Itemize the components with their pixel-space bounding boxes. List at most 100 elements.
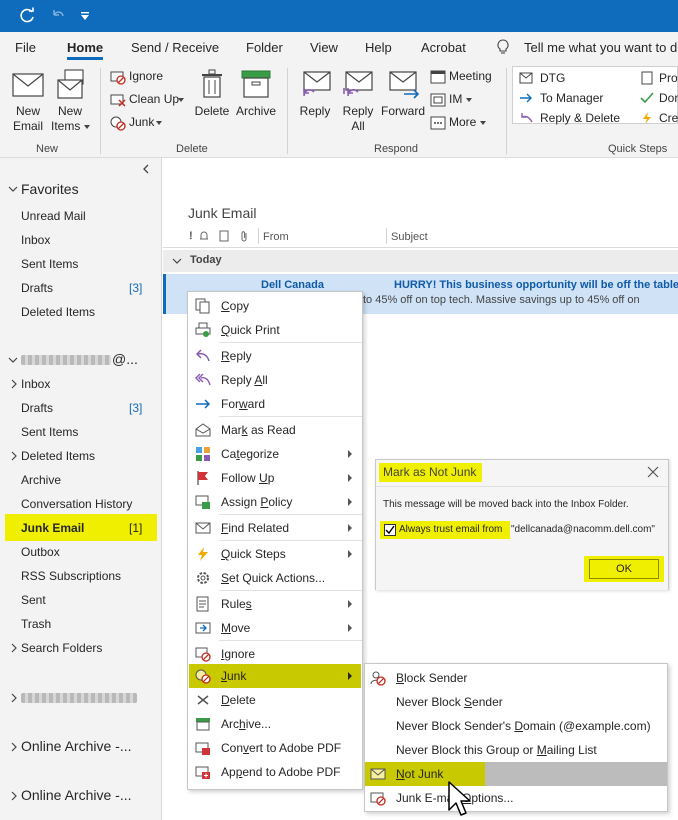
fav-deleted-items[interactable]: Deleted Items <box>21 304 95 320</box>
menu-delete[interactable]: Delete <box>188 688 362 712</box>
menu-ignore[interactable]: Ignore <box>188 642 362 666</box>
undo-icon[interactable] <box>50 8 66 24</box>
submenu-never-block-sender[interactable]: Never Block Sender <box>365 690 667 714</box>
quick-step-done[interactable]: Don <box>640 90 678 106</box>
more-button[interactable]: More <box>430 114 496 132</box>
menu-mark-as-read[interactable]: Mark as Read <box>188 418 362 442</box>
submenu-never-block-domain[interactable]: Never Block Sender's Domain (@example.co… <box>365 714 667 738</box>
account-header[interactable]: @... <box>112 351 138 367</box>
menu-separator <box>219 640 362 641</box>
reminder-column-icon[interactable] <box>198 230 210 242</box>
customize-icon[interactable] <box>80 11 90 21</box>
from-column-header[interactable]: From <box>263 231 289 243</box>
importance-column-icon[interactable]: ! <box>189 230 193 242</box>
menu-convert-to-adobe-pdf[interactable]: Convert to Adobe PDF <box>188 736 362 760</box>
submenu-block-sender[interactable]: Block Sender <box>365 666 667 690</box>
menu-follow-up[interactable]: Follow Up <box>188 466 362 490</box>
chevron-right-icon[interactable] <box>10 693 18 703</box>
folder-trash[interactable]: Trash <box>21 616 51 632</box>
folder-archive[interactable]: Archive <box>21 472 61 488</box>
online-archive-2[interactable]: Online Archive -... <box>21 787 132 803</box>
tab-folder[interactable]: Folder <box>246 40 283 55</box>
folder-conversation-history[interactable]: Conversation History <box>21 496 132 512</box>
reply-button[interactable]: Reply <box>294 66 336 138</box>
folder-deleted-items[interactable]: Deleted Items <box>21 448 95 464</box>
menu-assign-policy[interactable]: Assign Policy <box>188 490 362 514</box>
fav-unread-mail[interactable]: Unread Mail <box>21 208 86 224</box>
folder-rss-subscriptions[interactable]: RSS Subscriptions <box>21 568 121 584</box>
menu-append-to-adobe-pdf[interactable]: Append to Adobe PDF <box>188 760 362 784</box>
delete-button[interactable]: Delete <box>192 66 232 138</box>
im-button[interactable]: IM <box>430 91 496 109</box>
chevron-down-icon[interactable] <box>8 355 18 365</box>
menu-junk-highlighted[interactable]: Junk <box>189 664 361 688</box>
chevron-right-icon[interactable] <box>10 791 18 801</box>
clean-up-button[interactable]: Clean Up <box>108 91 188 109</box>
second-account-redacted[interactable] <box>21 693 137 703</box>
folder-outbox[interactable]: Outbox <box>21 544 60 560</box>
sync-icon[interactable] <box>18 7 36 25</box>
submenu-not-junk[interactable]: Not Junk <box>365 762 667 786</box>
attachment-column-icon[interactable] <box>238 230 250 242</box>
fav-drafts[interactable]: Drafts <box>21 280 53 296</box>
subject-column-header[interactable]: Subject <box>391 231 428 243</box>
ok-button[interactable]: OK <box>589 559 659 579</box>
online-archive-1[interactable]: Online Archive -... <box>21 738 132 754</box>
menu-reply-all[interactable]: Reply All <box>188 368 362 392</box>
quick-step-dtg[interactable]: DTG <box>519 70 635 86</box>
meeting-button[interactable]: Meeting <box>430 68 496 86</box>
submenu-never-block-group[interactable]: Never Block this Group or Mailing List <box>365 738 667 762</box>
tab-file[interactable]: File <box>15 40 36 55</box>
tell-me-input[interactable]: Tell me what you want to d <box>524 40 677 55</box>
menu-quick-print[interactable]: Quick Print <box>188 318 362 342</box>
folder-drafts[interactable]: Drafts <box>21 400 53 416</box>
chevron-right-icon[interactable] <box>10 379 18 389</box>
submenu-junk-email-options[interactable]: Junk E-mail Options... <box>365 786 667 810</box>
icon-column-icon[interactable] <box>218 230 230 242</box>
tab-acrobat[interactable]: Acrobat <box>421 40 466 55</box>
forward-button[interactable]: Forward <box>380 66 426 138</box>
menu-set-quick-actions[interactable]: Set Quick Actions... <box>188 566 362 590</box>
menu-rules[interactable]: Rules <box>188 592 362 616</box>
favorites-header[interactable]: Favorites <box>21 181 79 197</box>
tab-view[interactable]: View <box>310 40 338 55</box>
menu-archive[interactable]: Archive... <box>188 712 362 736</box>
chevron-right-icon[interactable] <box>10 451 18 461</box>
submenu-arrow-icon <box>348 550 352 558</box>
folder-search-folders[interactable]: Search Folders <box>21 640 102 656</box>
folder-inbox[interactable]: Inbox <box>21 376 50 392</box>
fav-inbox[interactable]: Inbox <box>21 232 50 248</box>
menu-move[interactable]: Move <box>188 616 362 640</box>
reply-all-button[interactable]: Reply All <box>337 66 379 138</box>
collapse-pane-icon[interactable] <box>141 164 151 174</box>
folder-sent-items[interactable]: Sent Items <box>21 424 78 440</box>
group-today[interactable]: Today <box>163 250 678 272</box>
chevron-right-icon[interactable] <box>10 643 18 653</box>
chevron-right-icon[interactable] <box>10 742 18 752</box>
menu-find-related[interactable]: Find Related <box>188 516 362 540</box>
tab-help[interactable]: Help <box>365 40 392 55</box>
junk-button[interactable]: Junk <box>108 114 188 132</box>
folder-junk-email[interactable]: Junk Email <box>21 520 84 536</box>
menu-reply[interactable]: Reply <box>188 344 362 368</box>
new-email-button[interactable]: New Email <box>6 66 50 138</box>
new-items-button[interactable]: New Items <box>50 66 96 138</box>
chevron-down-icon[interactable] <box>8 184 18 194</box>
always-trust-checkbox[interactable] <box>384 524 396 536</box>
quick-step-to-manager[interactable]: To Manager <box>519 90 635 106</box>
archive-button[interactable]: Archive <box>233 66 279 138</box>
quick-step-reply-delete[interactable]: Reply & Delete <box>519 110 635 126</box>
menu-copy[interactable]: Copy <box>188 294 362 318</box>
tab-send-receive[interactable]: Send / Receive <box>131 40 219 55</box>
fav-sent-items[interactable]: Sent Items <box>21 256 78 272</box>
menu-quick-steps[interactable]: Quick Steps <box>188 542 362 566</box>
always-trust-label[interactable]: Always trust email from <box>399 524 502 535</box>
folder-sent[interactable]: Sent <box>21 592 46 608</box>
quick-step-pro[interactable]: Pro <box>640 70 678 86</box>
ignore-button[interactable]: Ignore <box>108 68 188 86</box>
menu-categorize[interactable]: Categorize <box>188 442 362 466</box>
menu-forward[interactable]: Forward <box>188 392 362 416</box>
quick-step-create[interactable]: Cre <box>640 110 678 126</box>
tab-home[interactable]: Home <box>67 40 104 60</box>
close-icon[interactable] <box>647 466 659 478</box>
